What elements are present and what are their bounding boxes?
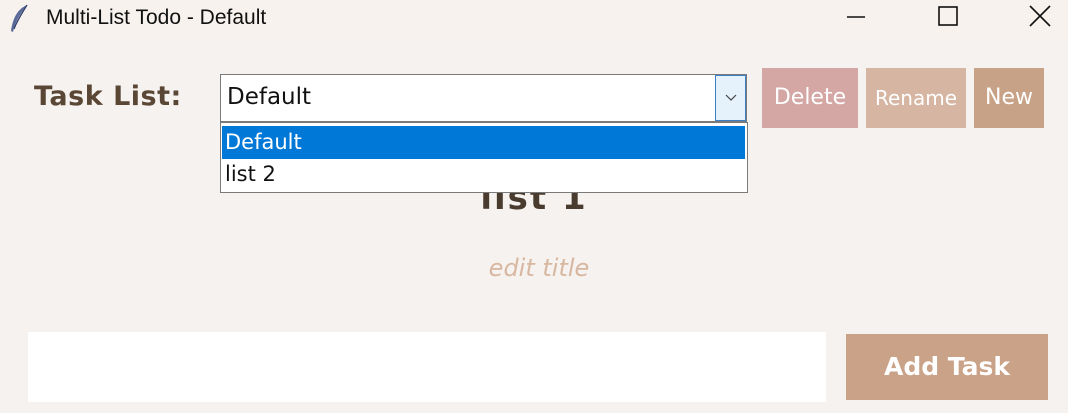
title-bar: Multi-List Todo - Default [0, 0, 1068, 40]
task-list-select[interactable]: Default [220, 74, 747, 122]
task-list-selected-value: Default [227, 84, 312, 110]
close-button[interactable] [1008, 0, 1068, 40]
edit-title-link[interactable]: edit title [0, 254, 1068, 282]
dropdown-option[interactable]: list 2 [222, 158, 745, 191]
add-task-button[interactable]: Add Task [846, 334, 1048, 400]
task-list-dropdown: Default list 2 [220, 122, 748, 193]
delete-button[interactable]: Delete [762, 68, 858, 128]
dropdown-option[interactable]: Default [222, 126, 745, 159]
dropdown-toggle[interactable] [715, 75, 746, 121]
maximize-button[interactable] [918, 0, 978, 40]
window-title: Multi-List Todo - Default [46, 6, 267, 29]
chevron-down-icon [725, 94, 737, 101]
task-list-label: Task List: [34, 81, 182, 112]
feather-icon [8, 3, 30, 35]
new-button[interactable]: New [974, 68, 1044, 128]
new-task-input[interactable] [28, 332, 826, 402]
minimize-button[interactable] [826, 0, 886, 40]
rename-button[interactable]: Rename [866, 68, 966, 128]
